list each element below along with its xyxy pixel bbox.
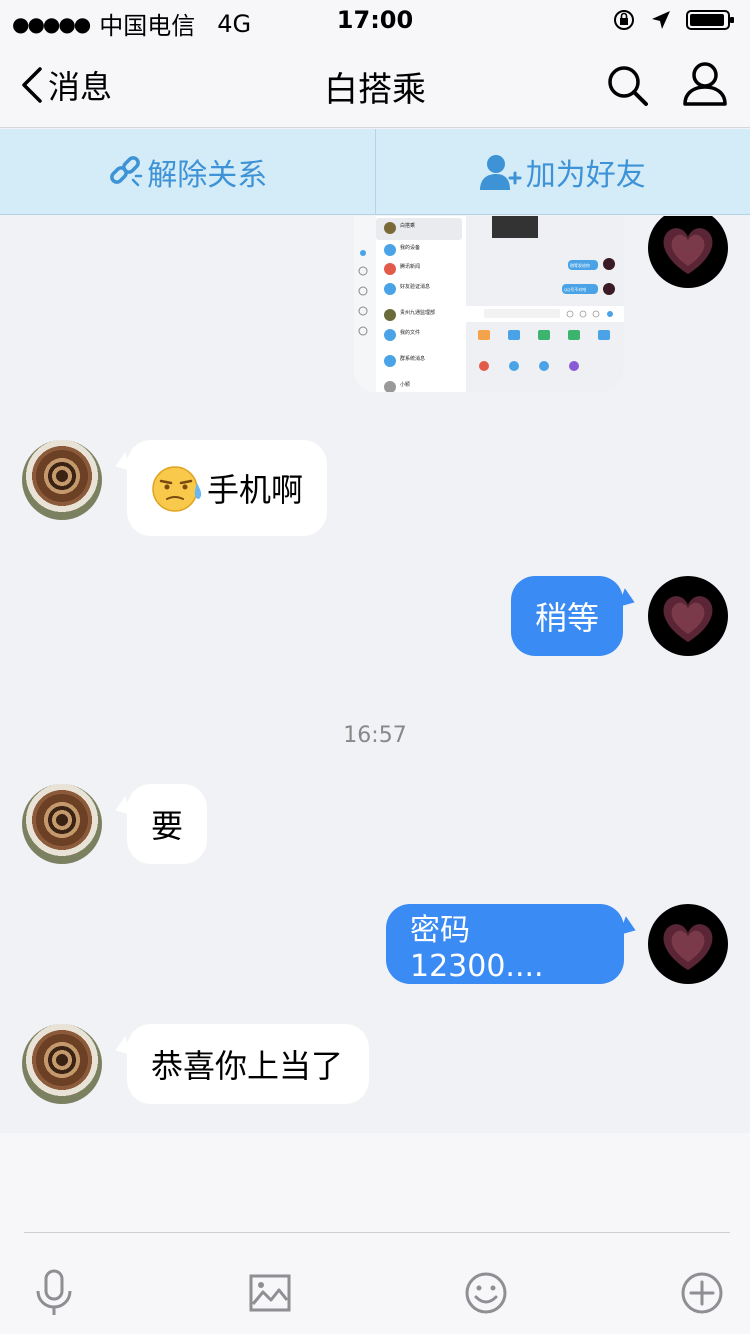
input-toolbar [0, 1253, 750, 1333]
shared-list-item-6: 群系统消息 [400, 355, 425, 362]
profile-icon[interactable] [682, 60, 728, 108]
signal-strength: ●●●●● [12, 11, 91, 36]
unbind-button[interactable]: 解除关系 [0, 129, 375, 214]
message-text: 稍等 [535, 599, 600, 637]
rotation-lock-icon [614, 10, 634, 30]
shared-bubble-1: QQ号不对哈 [564, 286, 586, 292]
message-text: 密码12300.... [410, 912, 544, 984]
relationship-action-bar: 解除关系 加为好友 [0, 129, 750, 215]
status-bar: ●●●●● 中国电信 4G 17:00 [0, 0, 750, 40]
my-avatar[interactable] [648, 576, 728, 656]
shared-list-item-7: 小颖 [400, 381, 410, 388]
shared-image-content: 白搭乘 我的设备 腾讯新闻 好友验证消息 贵州九通监理部 我的文件 群系统消息 … [354, 216, 624, 392]
shared-list-item-3: 好友验证消息 [400, 283, 430, 290]
image-button[interactable] [240, 1263, 300, 1323]
contact-avatar[interactable] [22, 440, 102, 520]
shared-list-item-1: 我的设备 [400, 244, 420, 251]
plus-circle-icon [681, 1272, 723, 1314]
shared-list-item-0: 白搭乘 [400, 222, 415, 229]
status-left: ●●●●● 中国电信 4G [12, 6, 251, 41]
back-button[interactable]: 消息 [18, 62, 112, 108]
search-icon[interactable] [604, 62, 650, 108]
message-input[interactable] [24, 1133, 730, 1233]
chat-area[interactable]: 白搭乘 我的设备 腾讯新闻 好友验证消息 贵州九通监理部 我的文件 群系统消息 … [0, 216, 750, 1133]
back-label: 消息 [48, 68, 113, 106]
message-text: 手机啊 [207, 471, 304, 509]
message-timestamp: 16:57 [343, 723, 407, 748]
my-avatar[interactable] [648, 904, 728, 984]
message-text: 恭喜你上当了 [151, 1047, 344, 1085]
battery-icon [686, 10, 734, 30]
message-bubble-incoming[interactable]: 恭喜你上当了 [127, 1024, 369, 1104]
voice-button[interactable] [24, 1263, 84, 1323]
heart-avatar-image [663, 596, 713, 642]
heart-avatar-image [663, 924, 713, 970]
network-type: 4G [217, 9, 252, 38]
contact-avatar[interactable] [22, 784, 102, 864]
chevron-left-icon [22, 67, 42, 103]
image-icon [249, 1274, 291, 1312]
shared-list-item-4: 贵州九通监理部 [400, 309, 435, 316]
add-user-icon [479, 154, 522, 190]
location-arrow-icon [652, 11, 670, 29]
message-bubble-incoming[interactable]: 要 [127, 784, 207, 864]
microphone-icon [36, 1269, 72, 1315]
add-friend-label: 加为好友 [525, 157, 646, 193]
sweat-emoji-icon [152, 466, 202, 512]
shared-list-item-5: 我的文件 [400, 329, 420, 336]
message-bubble-outgoing[interactable]: 密码12300.... [386, 904, 624, 984]
contact-avatar[interactable] [22, 1024, 102, 1104]
more-button[interactable] [672, 1263, 732, 1323]
broken-link-icon [110, 155, 143, 186]
carrier-name: 中国电信 [99, 12, 196, 40]
message-bubble-incoming[interactable]: 手机啊 [127, 440, 327, 536]
my-avatar[interactable] [648, 216, 728, 288]
heart-avatar-image [663, 228, 713, 274]
shared-image[interactable]: 白搭乘 我的设备 腾讯新闻 好友验证消息 贵州九通监理部 我的文件 群系统消息 … [354, 216, 624, 392]
message-text: 要 [151, 807, 184, 845]
nav-bar: 消息 白搭乘 [0, 40, 750, 128]
add-friend-button[interactable]: 加为好友 [376, 129, 750, 214]
input-area [0, 1133, 750, 1334]
emoji-button[interactable] [456, 1263, 516, 1323]
chat-screen: ●●●●● 中国电信 4G 17:00 消息 白搭乘 解除关系 加为好友 白搭乘… [0, 0, 750, 1334]
message-bubble-outgoing[interactable]: 稍等 [511, 576, 623, 656]
shared-list-item-2: 腾讯新闻 [400, 263, 420, 270]
unbind-label: 解除关系 [147, 157, 268, 193]
shared-bubble-0: 稍等发给你 [570, 262, 590, 268]
status-right [612, 8, 736, 32]
smiley-icon [465, 1272, 507, 1314]
